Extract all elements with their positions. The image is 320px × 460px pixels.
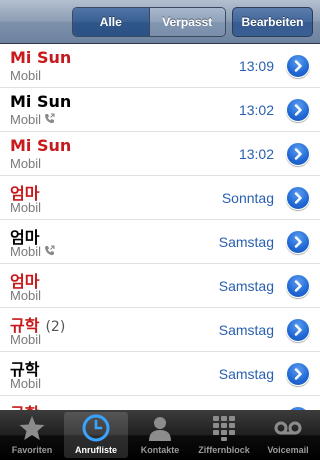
call-row[interactable]: 엄마 Mobil Sonntag xyxy=(0,176,320,220)
phone-type: Mobil xyxy=(10,332,41,347)
phone-type: Mobil xyxy=(10,112,55,127)
call-filter-segmented-control: Alle Verpasst xyxy=(72,7,226,37)
detail-disclosure-icon[interactable] xyxy=(286,230,310,254)
contact-name-text: Mi Sun xyxy=(10,92,72,111)
call-row[interactable]: Mi Sun Mobil 13:02 xyxy=(0,132,320,176)
tab-kontakte[interactable]: Kontakte xyxy=(128,410,192,460)
phone-type-label: Mobil xyxy=(10,156,42,171)
detail-disclosure-icon[interactable] xyxy=(286,274,310,298)
call-time: 13:02 xyxy=(238,146,274,162)
star-icon xyxy=(17,413,47,443)
call-time: Samstag xyxy=(218,366,274,382)
contact-name-text: Mi Sun xyxy=(10,136,72,155)
call-row[interactable]: 엄마 Mobil Samstag xyxy=(0,220,320,264)
phone-type-label: Mobil xyxy=(10,244,42,259)
call-row[interactable]: Mi Sun Mobil 13:02 xyxy=(0,88,320,132)
phone-type: Mobil xyxy=(10,288,41,303)
call-time: Sonntag xyxy=(221,190,274,206)
phone-type: Mobil xyxy=(10,244,55,259)
recent-calls-list: Mi Sun Mobil 13:09 Mi Sun Mobil 13:02 Mi Sun Mo… xyxy=(0,44,320,410)
detail-disclosure-icon[interactable] xyxy=(286,98,310,122)
voicemail-icon xyxy=(273,413,303,443)
tab-label: Ziffernblock xyxy=(198,445,250,455)
phone-type-label: Mobil xyxy=(10,112,42,127)
call-row[interactable]: Mi Sun Mobil 13:09 xyxy=(0,44,320,88)
call-time: Samstag xyxy=(218,322,274,338)
outgoing-call-icon xyxy=(44,112,55,127)
tab-label: Anrufliste xyxy=(74,445,117,455)
segment-missed[interactable]: Verpasst xyxy=(148,8,225,36)
navigation-bar: Alle Verpasst Bearbeiten xyxy=(0,0,320,44)
detail-disclosure-icon[interactable] xyxy=(286,318,310,342)
outgoing-call-icon xyxy=(44,244,55,259)
phone-type: Mobil xyxy=(10,156,41,171)
contact-name-text: Mi Sun xyxy=(10,48,72,67)
tab-label: Kontakte xyxy=(140,445,180,455)
call-time: 13:09 xyxy=(238,58,274,74)
tab-ziffernblock[interactable]: Ziffernblock xyxy=(192,410,256,460)
contact-name: Mi Sun xyxy=(10,136,71,155)
contact-name: Mi Sun xyxy=(10,48,71,67)
call-row[interactable]: 규학 (2) Mobil Samstag xyxy=(0,308,320,352)
detail-disclosure-icon[interactable] xyxy=(286,54,310,78)
phone-type-label: Mobil xyxy=(10,376,42,391)
phone-type: Mobil xyxy=(10,68,41,83)
phone-type-label: Mobil xyxy=(10,68,42,83)
detail-disclosure-icon[interactable] xyxy=(286,142,310,166)
tab-favoriten[interactable]: Favoriten xyxy=(0,410,64,460)
tab-bar: Favoriten Anrufliste Kontakte Ziffernblock V… xyxy=(0,410,320,460)
phone-type-label: Mobil xyxy=(10,332,42,347)
call-time: Samstag xyxy=(218,234,274,250)
call-time: Samstag xyxy=(218,278,274,294)
tab-label: Favoriten xyxy=(11,445,53,455)
segment-all[interactable]: Alle xyxy=(73,8,149,36)
tab-voicemail[interactable]: Voicemail xyxy=(256,410,320,460)
detail-disclosure-icon[interactable] xyxy=(286,186,310,210)
contact-icon xyxy=(145,413,175,443)
tab-label: Voicemail xyxy=(267,445,309,455)
tab-anrufliste[interactable]: Anrufliste xyxy=(64,412,128,458)
phone-type: Mobil xyxy=(10,200,41,215)
edit-button[interactable]: Bearbeiten xyxy=(232,7,313,37)
phone-type: Mobil xyxy=(10,376,41,391)
detail-disclosure-icon[interactable] xyxy=(286,362,310,386)
phone-type-label: Mobil xyxy=(10,288,42,303)
contact-name: 규학 xyxy=(10,400,39,410)
clock-icon xyxy=(81,413,111,443)
keypad-icon xyxy=(209,413,239,443)
call-row[interactable]: 규학 Mobil Samstag xyxy=(0,352,320,396)
call-row[interactable]: 규학 xyxy=(0,396,320,410)
contact-name: Mi Sun xyxy=(10,92,71,111)
phone-type-label: Mobil xyxy=(10,200,42,215)
call-time: 13:02 xyxy=(238,102,274,118)
call-count: (2) xyxy=(45,319,66,335)
call-row[interactable]: 엄마 Mobil Samstag xyxy=(0,264,320,308)
